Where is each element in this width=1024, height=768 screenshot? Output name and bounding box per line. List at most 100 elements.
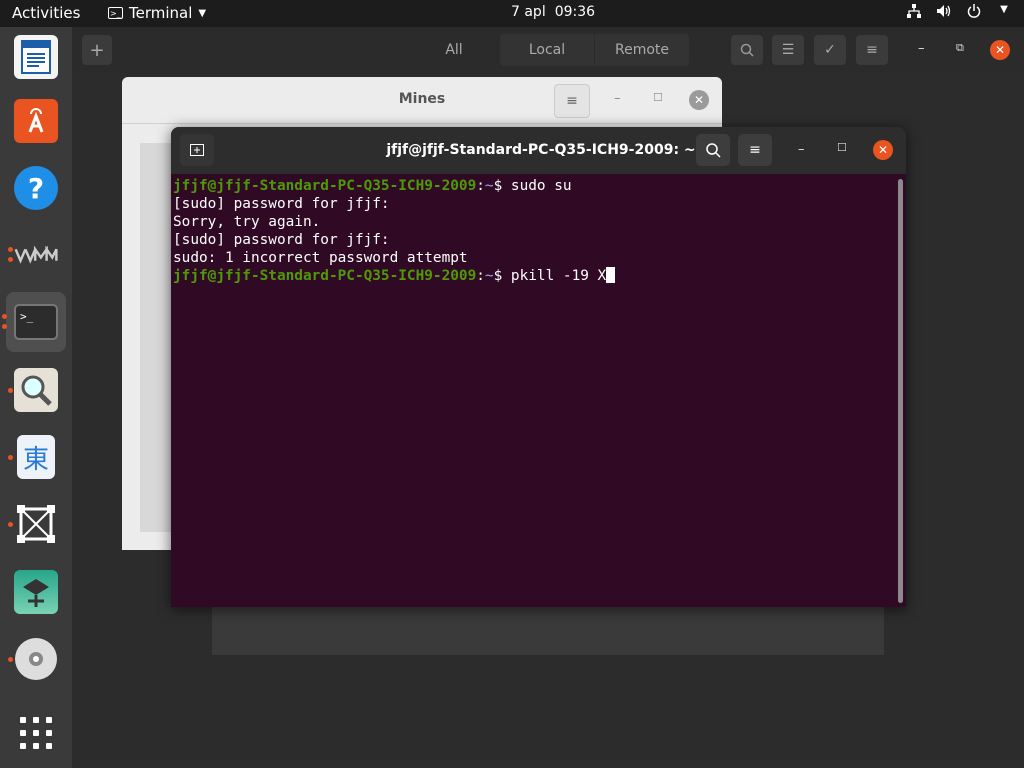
maximize-icon[interactable]: ☐ xyxy=(653,91,663,104)
dock-input-method[interactable]: 東 xyxy=(6,427,66,487)
prompt-user-host: jfjf@jfjf-Standard-PC-Q35-ICH9-2009 xyxy=(173,178,477,194)
help-icon: ? xyxy=(14,166,58,210)
dock-image-viewer[interactable] xyxy=(6,360,66,420)
running-dot xyxy=(8,388,13,393)
running-dot xyxy=(8,247,13,252)
vm-icon xyxy=(14,233,58,277)
prompt-user-host: jfjf@jfjf-Standard-PC-Q35-ICH9-2009 xyxy=(173,268,477,284)
image-viewer-icon xyxy=(14,368,58,412)
terminal-small-icon: >_ xyxy=(108,7,123,19)
clock[interactable]: 7 apl 09:36 xyxy=(511,4,604,20)
running-dot xyxy=(8,455,13,460)
header-divider xyxy=(122,123,722,124)
tab-local[interactable]: Local xyxy=(500,34,594,66)
minimize-icon[interactable]: – xyxy=(918,41,925,56)
prompt-dollar: $ xyxy=(493,268,511,284)
new-tab-icon xyxy=(190,144,204,156)
prompt-separator: : xyxy=(476,268,485,284)
terminal-output[interactable]: jfjf@jfjf-Standard-PC-Q35-ICH9-2009:~$ s… xyxy=(173,177,893,597)
software-store-icon xyxy=(14,99,58,143)
chevron-down-icon: ▼ xyxy=(198,7,207,19)
check-icon: ✓ xyxy=(824,42,836,58)
list-button[interactable]: ☰ xyxy=(772,35,804,65)
add-button[interactable]: + xyxy=(82,35,112,65)
activities-button[interactable]: Activities xyxy=(12,4,80,22)
select-button[interactable]: ✓ xyxy=(814,35,846,65)
network-icon[interactable] xyxy=(906,4,922,22)
dock-disc[interactable] xyxy=(6,629,66,689)
window-title: Mines xyxy=(398,91,446,107)
terminal-window: jfjf@jfjf-Standard-PC-Q35-ICH9-2009: ~ ≡… xyxy=(171,127,906,607)
disc-icon xyxy=(14,637,58,681)
software-window-header: + All Local Remote ☰ ✓ ≡ – ⧉ ✕ xyxy=(72,27,1024,73)
transform-icon xyxy=(14,502,58,546)
system-tray[interactable]: ▼ xyxy=(906,4,1012,22)
maximize-icon[interactable]: ☐ xyxy=(837,141,847,154)
command-text: sudo su xyxy=(510,178,572,194)
restore-icon[interactable]: ⧉ xyxy=(956,41,964,55)
scrollbar[interactable] xyxy=(898,179,903,603)
dock-app-grid[interactable] xyxy=(6,703,66,763)
running-dot xyxy=(8,257,13,262)
tab-all[interactable]: All xyxy=(430,34,478,66)
minimize-icon[interactable]: – xyxy=(798,142,805,157)
dock-terminal[interactable]: >_ xyxy=(2,292,66,352)
clock-date: 7 apl xyxy=(511,4,546,20)
search-button[interactable] xyxy=(731,35,763,65)
menu-button[interactable]: ≡ xyxy=(554,84,590,118)
tab-remote[interactable]: Remote xyxy=(595,34,689,66)
list-icon: ☰ xyxy=(781,42,795,58)
prompt-separator: : xyxy=(476,178,485,194)
input-method-icon: 東 xyxy=(17,435,55,479)
prompt-path: ~ xyxy=(484,268,494,284)
app-menu[interactable]: >_ Terminal ▼ xyxy=(108,4,206,22)
close-icon[interactable]: ✕ xyxy=(689,90,709,110)
dock-vm[interactable] xyxy=(6,225,66,285)
dock-transform[interactable] xyxy=(6,494,66,554)
app-menu-label: Terminal xyxy=(129,4,193,22)
terminal-line: [sudo] password for jfjf: xyxy=(173,232,390,248)
plus-icon: + xyxy=(89,39,105,61)
prompt-dollar: $ xyxy=(493,178,511,194)
app-grid-icon xyxy=(14,711,58,755)
hamburger-icon: ≡ xyxy=(749,142,761,158)
dock-text-editor[interactable] xyxy=(6,27,66,87)
terminal-line: [sudo] password for jfjf: xyxy=(173,196,390,212)
minimize-icon[interactable]: – xyxy=(614,91,621,106)
prompt-path: ~ xyxy=(484,178,494,194)
running-dot xyxy=(2,314,7,319)
terminal-line: jfjf@jfjf-Standard-PC-Q35-ICH9-2009:~$ s… xyxy=(173,177,893,195)
dock: ? >_ 東 xyxy=(0,27,72,768)
search-icon xyxy=(740,43,754,57)
search-button[interactable] xyxy=(696,134,730,166)
volume-icon[interactable] xyxy=(936,4,952,22)
window-title: jfjf@jfjf-Standard-PC-Q35-ICH9-2009: ~ xyxy=(386,142,696,158)
power-icon[interactable] xyxy=(966,4,982,22)
chevron-down-icon[interactable]: ▼ xyxy=(996,4,1012,22)
terminal-line: jfjf@jfjf-Standard-PC-Q35-ICH9-2009:~$ p… xyxy=(173,267,893,285)
terminal-icon: >_ xyxy=(14,304,58,340)
top-bar: Activities >_ Terminal ▼ 7 apl 09:36 ▼ xyxy=(0,0,1024,27)
close-icon[interactable]: ✕ xyxy=(990,40,1010,60)
text-editor-icon xyxy=(14,35,58,79)
terminal-header: jfjf@jfjf-Standard-PC-Q35-ICH9-2009: ~ ≡… xyxy=(171,127,906,174)
new-tab-button[interactable] xyxy=(180,134,214,166)
dock-help[interactable]: ? xyxy=(6,158,66,218)
dock-game[interactable] xyxy=(6,562,66,622)
search-icon xyxy=(705,142,721,158)
clock-time: 09:36 xyxy=(554,4,596,20)
terminal-line: Sorry, try again. xyxy=(173,214,321,230)
menu-button[interactable]: ≡ xyxy=(738,134,772,166)
text-cursor xyxy=(606,267,616,283)
dock-software-store[interactable] xyxy=(6,91,66,151)
hamburger-icon: ≡ xyxy=(866,42,878,58)
running-dot xyxy=(8,522,13,527)
menu-button[interactable]: ≡ xyxy=(856,35,888,65)
close-icon[interactable]: ✕ xyxy=(873,140,893,160)
terminal-line: sudo: 1 incorrect password attempt xyxy=(173,250,468,266)
software-window-body xyxy=(212,600,884,655)
running-dot xyxy=(8,657,13,662)
game-icon xyxy=(14,570,58,614)
command-input[interactable]: pkill -19 X xyxy=(511,268,606,284)
hamburger-icon: ≡ xyxy=(566,93,578,109)
